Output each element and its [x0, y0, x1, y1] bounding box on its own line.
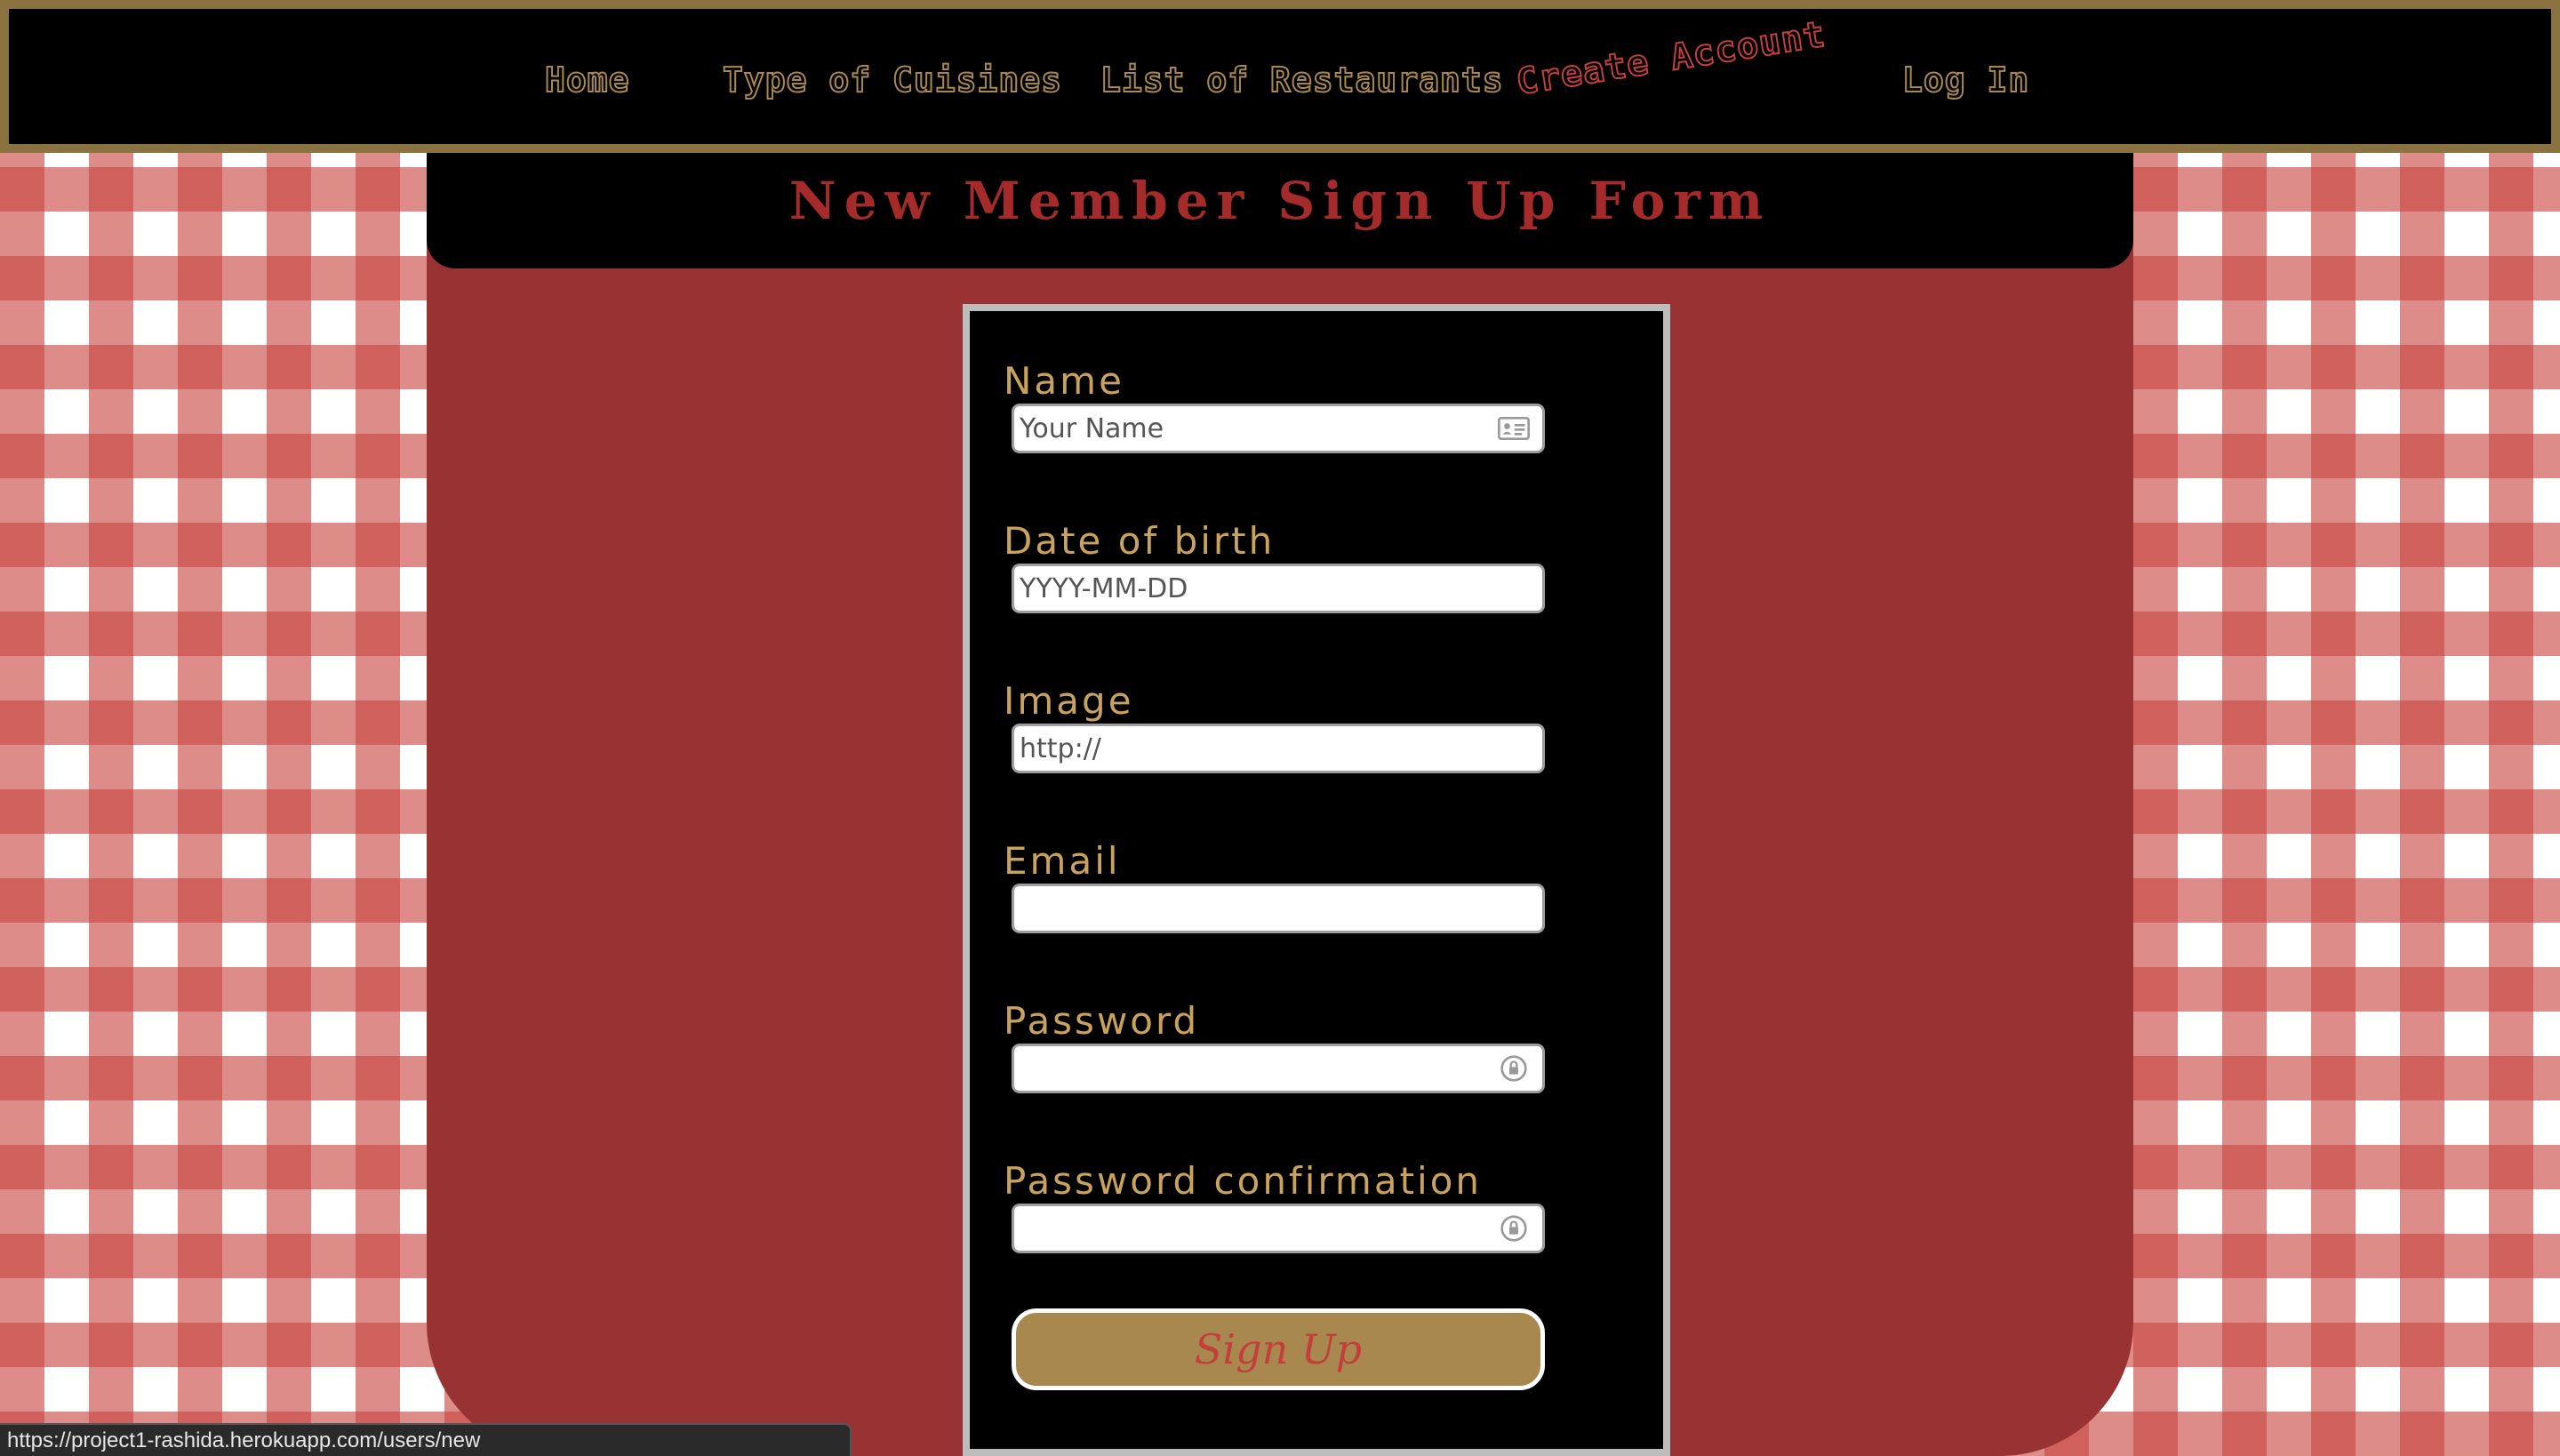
password-key-icon[interactable] [1496, 1051, 1532, 1086]
email-input[interactable] [1012, 884, 1545, 933]
main-nav: Home Type of Cuisines List of Restaurant… [0, 0, 2560, 153]
page-header: New Member Sign Up Form [427, 153, 2133, 268]
name-input[interactable] [1012, 404, 1545, 453]
nav-link-home[interactable]: Home [544, 60, 630, 100]
password-confirmation-input[interactable] [1012, 1204, 1545, 1253]
page-title: New Member Sign Up Form [788, 171, 1772, 231]
sign-up-button[interactable]: Sign Up [1012, 1308, 1545, 1390]
nav-link-create-account[interactable]: Create Account [1513, 13, 1829, 104]
nav-link-cuisines[interactable]: Type of Cuisines [722, 60, 1062, 100]
password-input[interactable] [1012, 1044, 1545, 1093]
image-url-input[interactable] [1012, 724, 1545, 773]
nav-link-log-in[interactable]: Log In [1901, 60, 2029, 100]
password-key-icon[interactable] [1496, 1211, 1532, 1246]
image-label: Image [1004, 679, 1134, 723]
nav-link-restaurants[interactable]: List of Restaurants [1100, 60, 1504, 100]
dob-label: Date of birth [1004, 519, 1276, 563]
name-label: Name [1004, 359, 1124, 403]
password-confirmation-label: Password confirmation [1004, 1159, 1483, 1203]
email-label: Email [1004, 839, 1121, 883]
signup-form: Name Date of birth Image Email Password … [963, 304, 1670, 1456]
dob-input[interactable] [1012, 564, 1545, 613]
password-label: Password [1004, 999, 1200, 1043]
status-bar-url: https://project1-rashida.herokuapp.com/u… [0, 1423, 852, 1456]
contact-card-icon [1498, 417, 1530, 440]
